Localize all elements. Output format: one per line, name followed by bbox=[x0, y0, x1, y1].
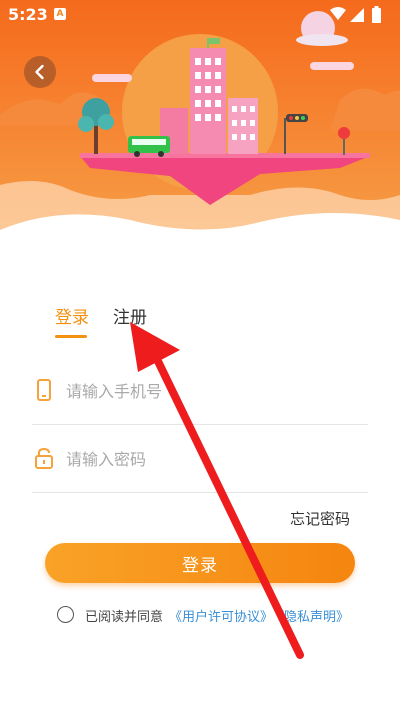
agreement-checkbox[interactable] bbox=[57, 606, 74, 623]
status-indicators bbox=[330, 6, 381, 23]
wifi-icon bbox=[330, 7, 346, 20]
phone-icon bbox=[37, 379, 51, 401]
password-field-row bbox=[32, 424, 368, 493]
phone-field-row bbox=[32, 356, 368, 425]
notification-icon: A bbox=[54, 8, 66, 20]
battery-icon bbox=[372, 8, 381, 23]
lock-icon bbox=[35, 447, 53, 469]
back-icon bbox=[35, 64, 44, 80]
phone-input[interactable] bbox=[64, 376, 358, 406]
back-button[interactable] bbox=[24, 56, 56, 88]
agreement-text: 已阅读并同意 bbox=[85, 610, 164, 625]
status-bar: 5:23 A bbox=[0, 0, 400, 30]
hero-illustration bbox=[0, 0, 400, 255]
password-input[interactable] bbox=[64, 444, 358, 474]
tab-register[interactable]: 注册 bbox=[113, 303, 147, 328]
login-button[interactable]: 登录 bbox=[45, 543, 355, 583]
tab-active-indicator bbox=[55, 335, 87, 338]
signal-icon bbox=[350, 8, 364, 22]
forgot-password-link[interactable]: 忘记密码 bbox=[290, 508, 350, 529]
privacy-policy-link[interactable]: 《隐私声明》 bbox=[271, 606, 349, 625]
tab-login[interactable]: 登录 bbox=[55, 303, 89, 328]
status-time: 5:23 bbox=[8, 5, 48, 24]
user-agreement-link[interactable]: 《用户许可协议》 bbox=[169, 606, 273, 625]
